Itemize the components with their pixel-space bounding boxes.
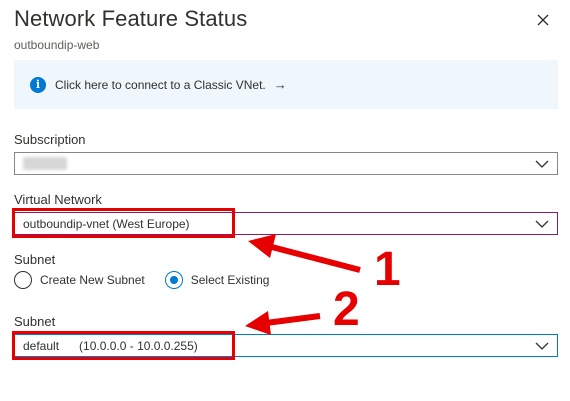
- annotation-arrowhead-2: [245, 311, 271, 335]
- annotation-arrows: [245, 234, 361, 335]
- annotation-marker-1: 1: [374, 243, 401, 296]
- annotation-marker-2: 2: [333, 283, 360, 336]
- annotation-arrowhead-1: [248, 234, 276, 258]
- annotation-arrow-1: [267, 243, 361, 273]
- annotation-arrow-2: [265, 313, 321, 326]
